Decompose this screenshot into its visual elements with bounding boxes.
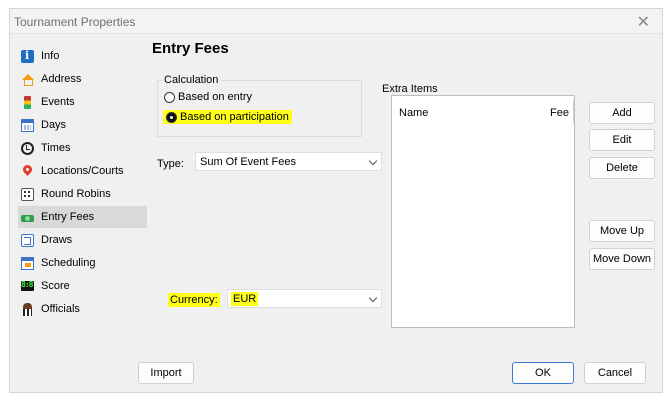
entry-fees-panel: Entry Fees Calculation Based on entry Ba… bbox=[147, 36, 657, 366]
page-title: Entry Fees bbox=[152, 40, 229, 57]
map-pin-icon bbox=[21, 165, 34, 178]
ok-button[interactable]: OK bbox=[512, 362, 574, 384]
sidebar-item-days[interactable]: Days bbox=[18, 114, 147, 136]
sidebar-item-info[interactable]: Info bbox=[18, 45, 147, 67]
column-header-fee[interactable]: Fee bbox=[550, 107, 569, 119]
schedule-icon bbox=[21, 256, 34, 270]
chevron-down-icon bbox=[368, 156, 378, 166]
edit-button[interactable]: Edit bbox=[589, 129, 655, 151]
sidebar-item-entry-fees[interactable]: Entry Fees bbox=[18, 206, 147, 228]
close-icon[interactable]: ✕ bbox=[637, 12, 650, 31]
title-bar: Tournament Properties ✕ bbox=[10, 9, 662, 34]
sidebar-item-label: Info bbox=[41, 50, 60, 62]
sidebar-item-events[interactable]: Events bbox=[18, 91, 147, 113]
scoreboard-icon bbox=[21, 280, 34, 291]
events-icon bbox=[24, 95, 31, 109]
bracket-icon bbox=[21, 233, 34, 247]
sidebar-item-label: Draws bbox=[41, 234, 73, 246]
sidebar-item-draws[interactable]: Draws bbox=[18, 229, 147, 251]
type-label: Type: bbox=[157, 158, 184, 170]
extra-items-legend: Extra Items bbox=[382, 83, 438, 95]
sidebar-item-label: Round Robins bbox=[41, 188, 111, 200]
sidebar-item-scheduling[interactable]: Scheduling bbox=[18, 252, 147, 274]
radio-label: Based on participation bbox=[180, 111, 289, 123]
sidebar-item-label: Locations/Courts bbox=[41, 165, 124, 177]
radio-checked[interactable] bbox=[166, 111, 177, 123]
type-dropdown[interactable]: Sum Of Event Fees bbox=[195, 152, 382, 171]
column-divider bbox=[573, 99, 574, 123]
house-icon bbox=[21, 73, 34, 86]
type-value: Sum Of Event Fees bbox=[200, 156, 296, 168]
column-header-name[interactable]: Name bbox=[399, 107, 428, 119]
currency-dropdown[interactable]: EUR bbox=[227, 289, 382, 308]
clock-icon bbox=[21, 141, 34, 155]
sidebar-item-round-robins[interactable]: Round Robins bbox=[18, 183, 147, 205]
chevron-down-icon bbox=[368, 293, 378, 303]
sidebar: Info Address Events Days Times Locations… bbox=[10, 36, 147, 336]
dice-icon bbox=[21, 187, 34, 201]
sidebar-item-label: Events bbox=[41, 96, 75, 108]
sidebar-item-label: Scheduling bbox=[41, 257, 96, 269]
move-down-button[interactable]: Move Down bbox=[589, 248, 655, 270]
radio-label: Based on entry bbox=[178, 91, 252, 103]
sidebar-item-label: Address bbox=[41, 73, 82, 85]
based-on-entry-option[interactable]: Based on entry bbox=[164, 91, 252, 103]
calculation-group: Calculation Based on entry Based on part… bbox=[157, 74, 362, 137]
sidebar-item-address[interactable]: Address bbox=[18, 68, 147, 90]
sidebar-item-label: Days bbox=[41, 119, 67, 131]
referee-icon bbox=[21, 302, 34, 316]
currency-value: EUR bbox=[231, 292, 259, 306]
sidebar-item-officials[interactable]: Officials bbox=[18, 298, 147, 320]
sidebar-item-label: Times bbox=[41, 142, 71, 154]
calculation-legend: Calculation bbox=[162, 74, 221, 86]
add-button[interactable]: Add bbox=[589, 102, 655, 124]
extra-items-list[interactable]: Name Fee bbox=[391, 95, 575, 328]
delete-button[interactable]: Delete bbox=[589, 157, 655, 179]
sidebar-item-label: Officials bbox=[41, 303, 80, 315]
sidebar-item-times[interactable]: Times bbox=[18, 137, 147, 159]
info-icon bbox=[21, 49, 34, 63]
sidebar-item-score[interactable]: Score bbox=[18, 275, 147, 297]
import-button[interactable]: Import bbox=[138, 362, 194, 384]
radio-unchecked[interactable] bbox=[164, 91, 175, 103]
sidebar-item-locations-courts[interactable]: Locations/Courts bbox=[18, 160, 147, 182]
tournament-properties-window: Tournament Properties ✕ Info Address Eve… bbox=[9, 8, 663, 393]
cancel-button[interactable]: Cancel bbox=[584, 362, 646, 384]
window-title: Tournament Properties bbox=[14, 15, 136, 29]
based-on-participation-option[interactable]: Based on participation bbox=[163, 110, 292, 124]
move-up-button[interactable]: Move Up bbox=[589, 220, 655, 242]
currency-label: Currency: bbox=[168, 293, 220, 307]
money-icon bbox=[21, 214, 34, 222]
calendar-icon bbox=[21, 118, 34, 132]
sidebar-item-label: Score bbox=[41, 280, 70, 292]
sidebar-item-label: Entry Fees bbox=[41, 211, 95, 223]
